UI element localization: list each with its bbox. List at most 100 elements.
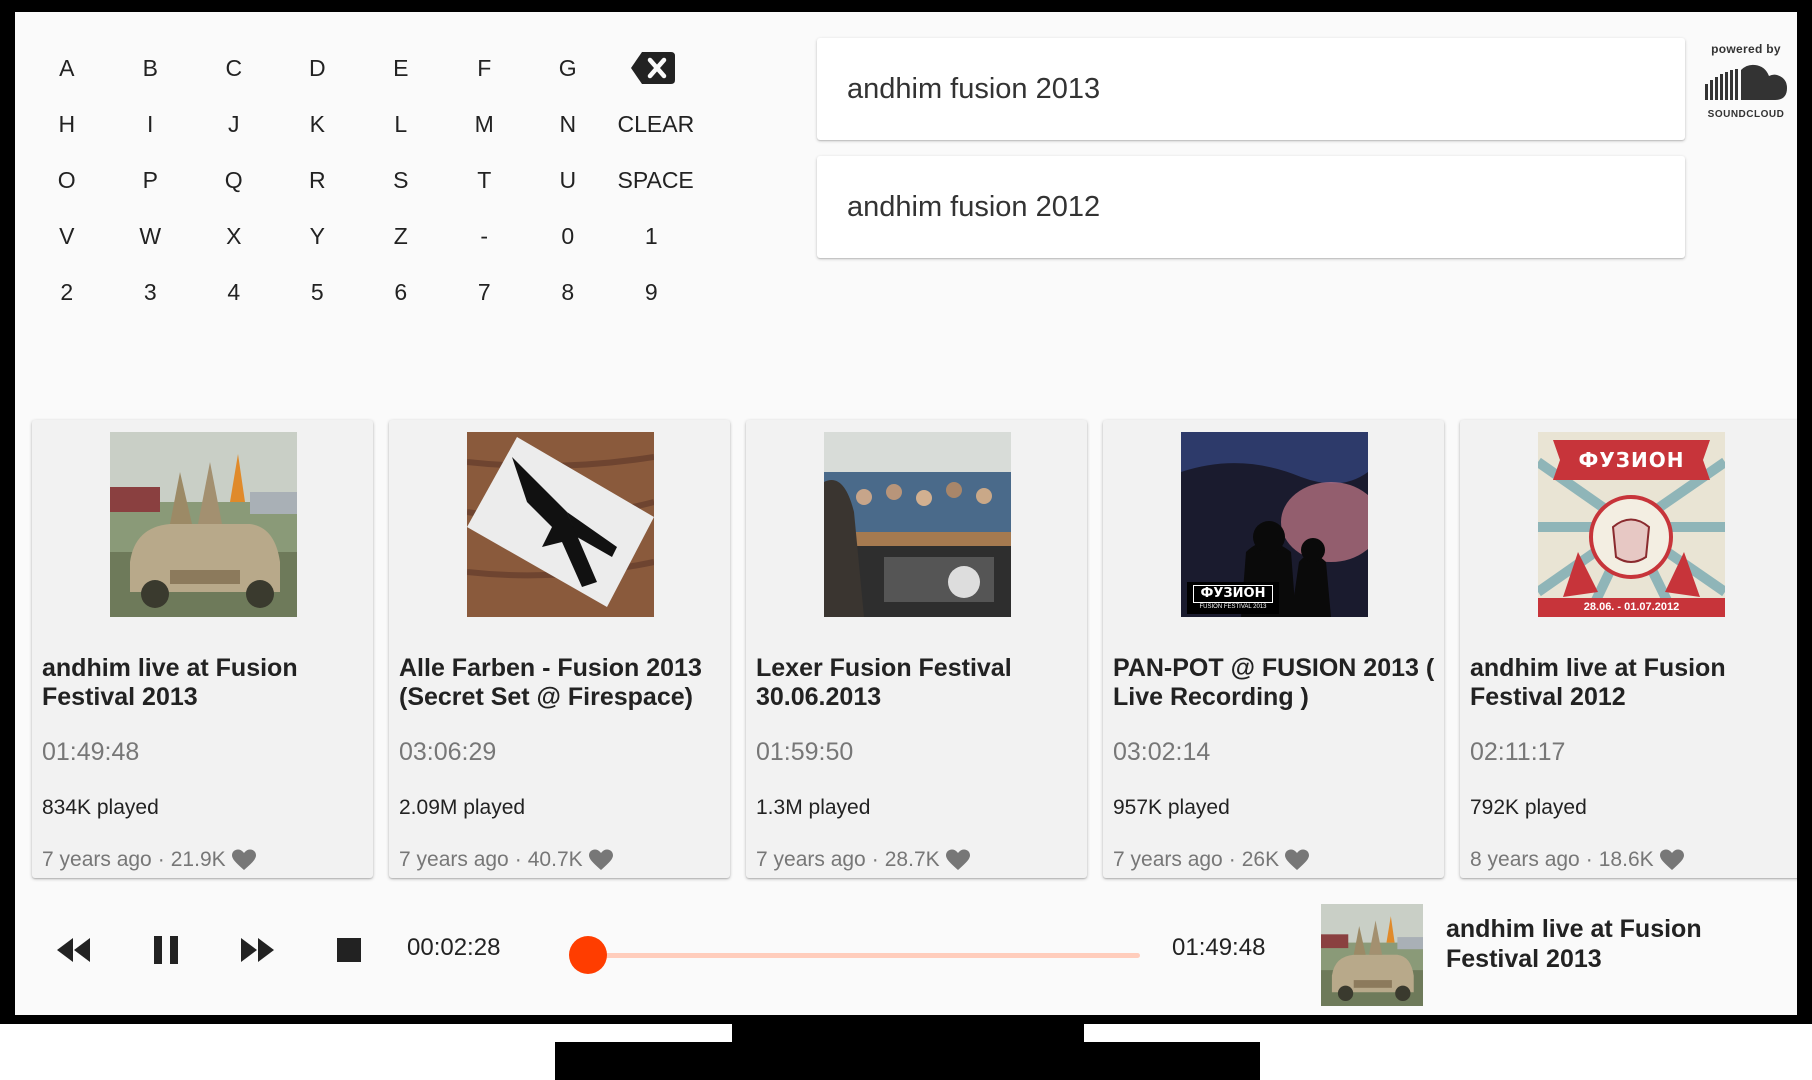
key-8[interactable]: 8 xyxy=(526,279,610,306)
track-card[interactable]: Lexer Fusion Festival 30.06.2013 01:59:5… xyxy=(746,420,1087,878)
key-w[interactable]: W xyxy=(109,223,193,250)
track-card[interactable]: andhim live at Fusion Festival 2013 01:4… xyxy=(32,420,373,878)
artwork-banner-text: ФУЗИОН xyxy=(1578,448,1685,472)
track-artwork: ФУЗИОН FUSION FESTIVAL 2013 xyxy=(1181,432,1368,617)
key-x[interactable]: X xyxy=(192,223,276,250)
key-q[interactable]: Q xyxy=(192,167,276,194)
tv-stand-base xyxy=(555,1042,1260,1080)
key-j[interactable]: J xyxy=(192,111,276,138)
track-meta: 7 years ago · 28.7K xyxy=(756,848,970,872)
artwork-badge-text: ФУЗИОН xyxy=(1193,585,1273,603)
key-7[interactable]: 7 xyxy=(443,279,527,306)
powered-by-soundcloud: powered by SOUNDCLOUD xyxy=(1696,42,1796,120)
track-age: 8 years ago xyxy=(1470,848,1580,871)
keyboard-row: A B C D E F G xyxy=(25,40,745,96)
backspace-key[interactable] xyxy=(610,51,720,85)
meta-separator: · xyxy=(157,848,165,871)
track-age: 7 years ago xyxy=(42,848,152,871)
heart-icon xyxy=(1285,849,1310,870)
key-h[interactable]: H xyxy=(25,111,109,138)
fast-forward-icon[interactable] xyxy=(240,938,274,962)
track-duration: 02:11:17 xyxy=(1470,738,1566,766)
track-artwork xyxy=(467,432,654,617)
key-z[interactable]: Z xyxy=(359,223,443,250)
track-artwork xyxy=(824,432,1011,617)
key-b[interactable]: B xyxy=(109,55,193,82)
track-play-count: 834K played xyxy=(42,796,159,819)
heart-icon xyxy=(1659,849,1684,870)
key-f[interactable]: F xyxy=(443,55,527,82)
soundcloud-logo-text: SOUNDCLOUD xyxy=(1707,109,1785,120)
now-playing-title: andhim live at Fusion Festival 2013 xyxy=(1446,915,1702,973)
track-card[interactable]: ФУЗИОН 28.06. - 01.07.2012 andhim live a… xyxy=(1460,420,1797,878)
key-1[interactable]: 1 xyxy=(610,223,694,250)
progress-track[interactable] xyxy=(568,936,1140,974)
stop-icon[interactable] xyxy=(337,938,361,962)
key-l[interactable]: L xyxy=(359,111,443,138)
app-screen: A B C D E F G H I J K L M N CLEAR O P Q … xyxy=(15,12,1797,1015)
track-title: Lexer Fusion Festival 30.06.2013 xyxy=(756,654,1012,711)
rewind-icon[interactable] xyxy=(57,938,91,962)
key-dash[interactable]: - xyxy=(443,223,527,250)
key-m[interactable]: M xyxy=(443,111,527,138)
now-playing-artwork xyxy=(1321,904,1423,1006)
key-9[interactable]: 9 xyxy=(610,279,694,306)
track-play-count: 957K played xyxy=(1113,796,1230,819)
key-6[interactable]: 6 xyxy=(359,279,443,306)
keyboard-row: V W X Y Z - 0 1 xyxy=(25,208,745,264)
search-suggestion[interactable]: andhim fusion 2012 xyxy=(817,156,1685,258)
track-likes: 21.9K xyxy=(170,848,226,871)
track-meta: 7 years ago · 21.9K xyxy=(42,848,256,872)
key-s[interactable]: S xyxy=(359,167,443,194)
track-title: Alle Farben - Fusion 2013 (Secret Set @ … xyxy=(399,654,702,711)
track-age: 7 years ago xyxy=(399,848,509,871)
powered-by-label: powered by xyxy=(1711,42,1781,56)
key-t[interactable]: T xyxy=(443,167,527,194)
tv-frame: A B C D E F G H I J K L M N CLEAR O P Q … xyxy=(0,0,1812,1024)
key-y[interactable]: Y xyxy=(276,223,360,250)
heart-icon xyxy=(945,849,970,870)
meta-separator: · xyxy=(1228,848,1236,871)
heart-icon xyxy=(588,849,613,870)
track-title: PAN-POT @ FUSION 2013 ( Live Recording ) xyxy=(1113,654,1435,711)
track-results: andhim live at Fusion Festival 2013 01:4… xyxy=(32,420,1797,890)
search-suggestion[interactable]: andhim fusion 2013 xyxy=(817,38,1685,140)
key-r[interactable]: R xyxy=(276,167,360,194)
key-n[interactable]: N xyxy=(526,111,610,138)
artwork-badge: ФУЗИОН FUSION FESTIVAL 2013 xyxy=(1187,582,1279,614)
track-title: andhim live at Fusion Festival 2012 xyxy=(1470,654,1726,711)
heart-icon xyxy=(231,849,256,870)
backspace-icon xyxy=(630,52,675,84)
key-e[interactable]: E xyxy=(359,55,443,82)
key-d[interactable]: D xyxy=(276,55,360,82)
onscreen-keyboard: A B C D E F G H I J K L M N CLEAR O P Q … xyxy=(25,40,745,320)
track-age: 7 years ago xyxy=(1113,848,1223,871)
track-play-count: 792K played xyxy=(1470,796,1587,819)
key-c[interactable]: C xyxy=(192,55,276,82)
key-2[interactable]: 2 xyxy=(25,279,109,306)
track-likes: 40.7K xyxy=(527,848,583,871)
track-card[interactable]: ФУЗИОН FUSION FESTIVAL 2013 PAN-POT @ FU… xyxy=(1103,420,1444,878)
key-k[interactable]: K xyxy=(276,111,360,138)
key-p[interactable]: P xyxy=(109,167,193,194)
key-i[interactable]: I xyxy=(109,111,193,138)
artwork-badge-subtext: FUSION FESTIVAL 2013 xyxy=(1199,604,1267,610)
clear-key[interactable]: CLEAR xyxy=(610,111,720,138)
progress-thumb[interactable] xyxy=(568,936,607,974)
key-4[interactable]: 4 xyxy=(192,279,276,306)
space-key[interactable]: SPACE xyxy=(610,167,720,194)
pause-icon[interactable] xyxy=(154,936,178,964)
key-a[interactable]: A xyxy=(25,55,109,82)
track-card[interactable]: Alle Farben - Fusion 2013 (Secret Set @ … xyxy=(389,420,730,878)
key-3[interactable]: 3 xyxy=(109,279,193,306)
player-bar: 00:02:28 01:49:48 andhim live at Fusion … xyxy=(15,892,1797,1015)
key-5[interactable]: 5 xyxy=(276,279,360,306)
key-g[interactable]: G xyxy=(526,55,610,82)
key-o[interactable]: O xyxy=(25,167,109,194)
track-duration: 03:02:14 xyxy=(1113,738,1211,766)
key-u[interactable]: U xyxy=(526,167,610,194)
key-0[interactable]: 0 xyxy=(526,223,610,250)
meta-separator: · xyxy=(871,848,879,871)
track-artwork xyxy=(110,432,297,617)
key-v[interactable]: V xyxy=(25,223,109,250)
